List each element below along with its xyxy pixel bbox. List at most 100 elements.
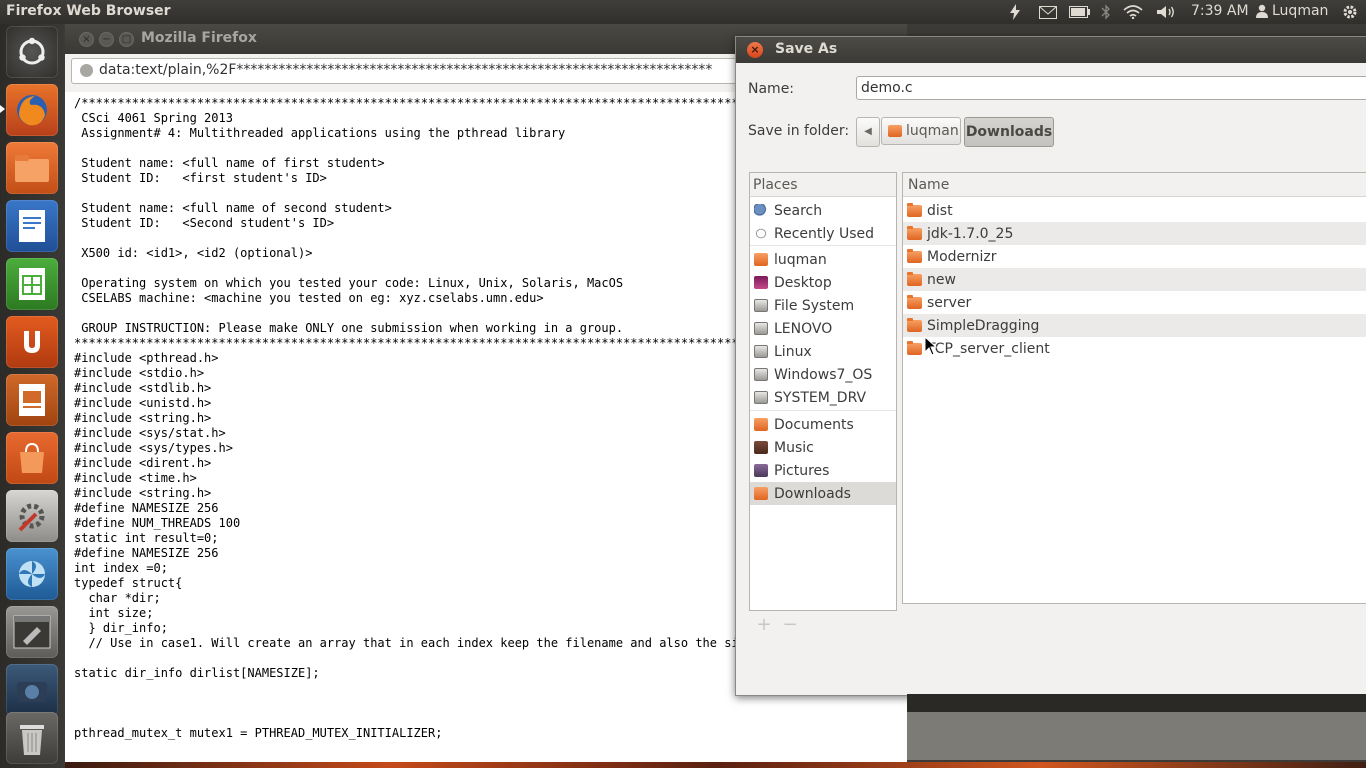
folder-icon bbox=[907, 225, 922, 240]
trash-icon[interactable] bbox=[6, 712, 58, 764]
shotwell-icon[interactable] bbox=[6, 548, 58, 600]
window-title: Mozilla Firefox bbox=[141, 30, 257, 46]
bluetooth-icon[interactable] bbox=[1100, 2, 1112, 22]
ubuntu-dash-icon[interactable] bbox=[6, 26, 58, 78]
file-row[interactable]: SimpleDragging bbox=[903, 314, 1366, 337]
code-line: pthread_mutex_t mutex1 = PTHREAD_MUTEX_I… bbox=[74, 726, 443, 740]
calc-icon[interactable] bbox=[6, 258, 58, 310]
wifi-icon[interactable] bbox=[1122, 2, 1144, 22]
dialog-title: Save As bbox=[775, 41, 838, 57]
search-icon bbox=[754, 204, 768, 217]
code-line: #include <unistd.h> bbox=[74, 396, 212, 410]
camera-icon[interactable] bbox=[6, 664, 58, 716]
place-label: LENOVO bbox=[774, 320, 833, 337]
mail-icon[interactable] bbox=[1038, 2, 1058, 22]
code-line: Student ID: <first student's ID> bbox=[74, 171, 327, 185]
firefox-icon[interactable] bbox=[6, 84, 58, 136]
code-line: #include <stdio.h> bbox=[74, 366, 205, 380]
maximize-window-button[interactable]: □ bbox=[119, 32, 134, 47]
file-row[interactable]: dist bbox=[903, 199, 1366, 222]
places-header[interactable]: Places bbox=[750, 173, 896, 197]
code-line: X500 id: <id1>, <id2 (optional)> bbox=[74, 246, 313, 260]
remove-bookmark-button[interactable]: − bbox=[782, 616, 798, 634]
home-folder-icon bbox=[888, 125, 902, 137]
bolt-icon[interactable] bbox=[1007, 2, 1023, 22]
save-folder-label: Save in folder: bbox=[748, 123, 850, 139]
active-app-title: Firefox Web Browser bbox=[6, 3, 171, 19]
workspace-switcher-icon[interactable] bbox=[6, 606, 58, 658]
code-line: Operating system on which you tested you… bbox=[74, 276, 624, 290]
code-line: // Use in case1. Will create an array th… bbox=[74, 636, 754, 650]
file-row[interactable]: server bbox=[903, 291, 1366, 314]
pictures-folder-icon bbox=[754, 464, 768, 477]
files-icon[interactable] bbox=[6, 142, 58, 194]
code-line: } dir_info; bbox=[74, 621, 168, 635]
background-window bbox=[907, 712, 1366, 760]
drive-icon bbox=[754, 368, 768, 381]
file-row[interactable]: jdk-1.7.0_25 bbox=[903, 222, 1366, 245]
file-name: TCP_server_client bbox=[927, 340, 1050, 357]
file-row[interactable]: Modernizr bbox=[903, 245, 1366, 268]
places-separator bbox=[750, 410, 896, 411]
file-name: server bbox=[927, 294, 972, 311]
place-item-file-system[interactable]: File System bbox=[750, 294, 896, 317]
place-item-luqman[interactable]: luqman bbox=[750, 248, 896, 271]
places-separator bbox=[750, 245, 896, 246]
clock[interactable]: 7:39 AM bbox=[1191, 3, 1249, 19]
minimize-window-button[interactable]: − bbox=[99, 32, 114, 47]
file-name: new bbox=[927, 271, 956, 288]
place-item-search[interactable]: Search bbox=[750, 199, 896, 222]
close-window-button[interactable]: × bbox=[79, 32, 94, 47]
path-segment-label: luqman bbox=[906, 123, 959, 139]
name-column-header[interactable]: Name bbox=[903, 173, 1366, 197]
path-back-button[interactable]: ◀ bbox=[856, 117, 880, 147]
close-dialog-button[interactable]: × bbox=[747, 42, 763, 58]
place-item-music[interactable]: Music bbox=[750, 436, 896, 459]
user-menu[interactable]: Luqman bbox=[1256, 3, 1328, 19]
path-segment-luqman[interactable]: luqman bbox=[881, 117, 961, 145]
place-label: Downloads bbox=[774, 485, 851, 502]
add-bookmark-button[interactable]: + bbox=[756, 616, 772, 634]
file-row[interactable]: new bbox=[903, 268, 1366, 291]
place-item-windows7-os[interactable]: Windows7_OS bbox=[750, 363, 896, 386]
place-item-system-drv[interactable]: SYSTEM_DRV bbox=[750, 386, 896, 409]
place-item-downloads[interactable]: Downloads bbox=[750, 482, 896, 505]
volume-icon[interactable] bbox=[1155, 2, 1177, 22]
code-line: #include <time.h> bbox=[74, 471, 197, 485]
dialog-titlebar[interactable]: × Save As bbox=[736, 37, 1366, 63]
file-row[interactable]: TCP_server_client bbox=[903, 337, 1366, 360]
window-edge bbox=[907, 694, 1366, 712]
globe-icon[interactable] bbox=[80, 64, 93, 77]
place-item-recently-used[interactable]: Recently Used bbox=[750, 222, 896, 245]
code-line: Student name: <full name of second stude… bbox=[74, 201, 392, 215]
place-label: File System bbox=[774, 297, 855, 314]
place-label: SYSTEM_DRV bbox=[774, 389, 867, 406]
code-line: CSELABS machine: <machine you tested on … bbox=[74, 291, 544, 305]
filename-input[interactable] bbox=[856, 76, 1366, 100]
battery-icon[interactable] bbox=[1069, 2, 1091, 22]
system-settings-icon[interactable] bbox=[6, 490, 58, 542]
file-name: Modernizr bbox=[927, 248, 997, 265]
place-item-documents[interactable]: Documents bbox=[750, 413, 896, 436]
code-line: #include <sys/types.h> bbox=[74, 441, 233, 455]
path-segment-downloads[interactable]: Downloads bbox=[964, 117, 1054, 147]
place-label: Desktop bbox=[774, 274, 832, 291]
code-line: #define NAMESIZE 256 bbox=[74, 501, 219, 515]
place-item-lenovo[interactable]: LENOVO bbox=[750, 317, 896, 340]
code-line: #include <stdlib.h> bbox=[74, 381, 212, 395]
code-line: #include <dirent.h> bbox=[74, 456, 212, 470]
place-item-pictures[interactable]: Pictures bbox=[750, 459, 896, 482]
documents-folder-icon bbox=[754, 418, 768, 431]
ubuntu-one-icon[interactable] bbox=[6, 316, 58, 368]
code-line: #include <sys/stat.h> bbox=[74, 426, 226, 440]
user-name: Luqman bbox=[1272, 3, 1329, 19]
impress-icon[interactable] bbox=[6, 374, 58, 426]
gear-icon[interactable] bbox=[1340, 2, 1360, 22]
file-name: jdk-1.7.0_25 bbox=[927, 225, 1014, 242]
place-label: Search bbox=[774, 202, 823, 219]
software-center-icon[interactable] bbox=[6, 432, 58, 484]
place-item-desktop[interactable]: Desktop bbox=[750, 271, 896, 294]
place-item-linux[interactable]: Linux bbox=[750, 340, 896, 363]
writer-icon[interactable] bbox=[6, 200, 58, 252]
code-line: Student ID: <Second student's ID> bbox=[74, 216, 335, 230]
